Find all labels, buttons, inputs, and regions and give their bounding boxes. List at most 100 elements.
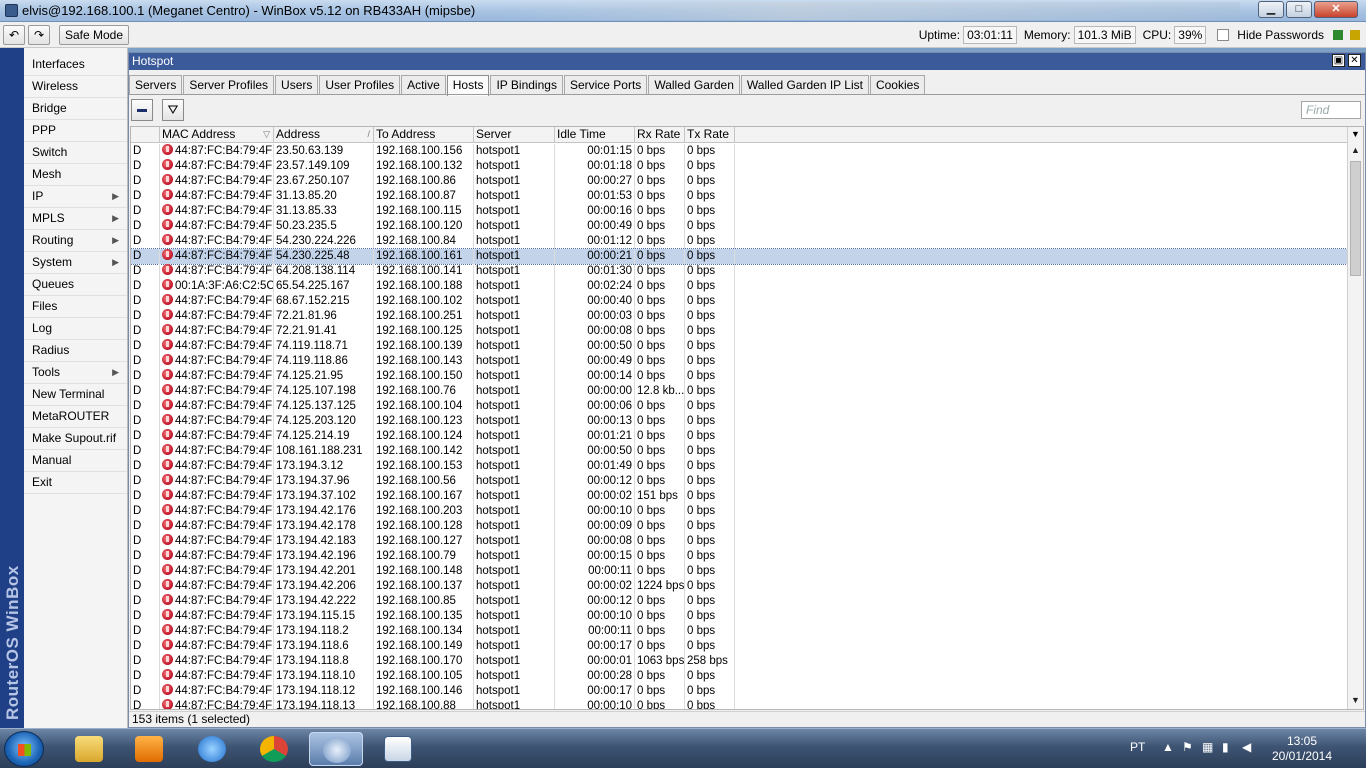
- taskbar-internet-explorer[interactable]: [185, 732, 239, 766]
- table-row[interactable]: D 44:87:FC:B4:79:4F 68.67.152.215 192.168.1…: [131, 294, 1347, 309]
- table-row[interactable]: D 00:1A:3F:A6:C2:5C 65.54.225.167 192.168.1…: [131, 279, 1347, 294]
- close-button[interactable]: ✕: [1314, 1, 1358, 18]
- table-row[interactable]: D 44:87:FC:B4:79:4F 173.194.118.10 192.168.…: [131, 669, 1347, 684]
- table-row[interactable]: D 44:87:FC:B4:79:4F 173.194.42.222 192.168.…: [131, 594, 1347, 609]
- table-row[interactable]: D 44:87:FC:B4:79:4F 74.125.214.19 192.168.1…: [131, 429, 1347, 444]
- show-hidden-icons-icon[interactable]: ▲: [1162, 740, 1174, 754]
- menu-item-routing[interactable]: Routing ▶: [24, 230, 127, 252]
- menu-item-tools[interactable]: Tools ▶: [24, 362, 127, 384]
- column-to-address[interactable]: To Address: [374, 127, 474, 143]
- tab-hosts[interactable]: Hosts: [446, 75, 490, 96]
- table-row[interactable]: D 44:87:FC:B4:79:4F 31.13.85.33 192.168.100…: [131, 204, 1347, 219]
- table-row[interactable]: D 44:87:FC:B4:79:4F 173.194.42.206 192.168.…: [131, 579, 1347, 594]
- table-row[interactable]: D 44:87:FC:B4:79:4F 64.208.138.114 192.168.…: [131, 264, 1347, 279]
- table-row[interactable]: D 44:87:FC:B4:79:4F 173.194.118.2 192.168.1…: [131, 624, 1347, 639]
- language-indicator[interactable]: PT: [1130, 740, 1145, 754]
- column-tx-rate[interactable]: Tx Rate: [685, 127, 735, 143]
- table-row[interactable]: D 44:87:FC:B4:79:4F 173.194.42.178 192.168.…: [131, 519, 1347, 534]
- scroll-up-icon[interactable]: ▲: [1348, 143, 1363, 159]
- scroll-down-icon[interactable]: ▼: [1348, 693, 1363, 709]
- menu-item-queues[interactable]: Queues: [24, 274, 127, 296]
- menu-item-make-supout[interactable]: Make Supout.rif: [24, 428, 127, 450]
- menu-item-files[interactable]: Files: [24, 296, 127, 318]
- menu-item-system[interactable]: System ▶: [24, 252, 127, 274]
- table-row[interactable]: D 44:87:FC:B4:79:4F 74.125.137.125 192.168.…: [131, 399, 1347, 414]
- undo-button[interactable]: ↶: [3, 25, 25, 45]
- signal-icon[interactable]: ▮: [1222, 740, 1229, 754]
- column-server[interactable]: Server: [474, 127, 555, 143]
- minimize-button[interactable]: ▁: [1258, 1, 1284, 18]
- table-row[interactable]: D 44:87:FC:B4:79:4F 74.125.203.120 192.168.…: [131, 414, 1347, 429]
- column-rx-rate[interactable]: Rx Rate: [635, 127, 685, 143]
- tab-active[interactable]: Active: [401, 75, 446, 95]
- table-row[interactable]: D 44:87:FC:B4:79:4F 173.194.37.96 192.168.1…: [131, 474, 1347, 489]
- menu-item-wireless[interactable]: Wireless: [24, 76, 127, 98]
- tab-cookies[interactable]: Cookies: [869, 75, 926, 95]
- column-mac-address[interactable]: MAC Address ▽: [160, 127, 274, 143]
- safe-mode-button[interactable]: Safe Mode: [59, 25, 129, 45]
- taskbar-winbox[interactable]: [309, 732, 363, 766]
- menu-item-ppp[interactable]: PPP: [24, 120, 127, 142]
- menu-item-mpls[interactable]: MPLS ▶: [24, 208, 127, 230]
- tab-servers[interactable]: Servers: [129, 75, 183, 95]
- table-row[interactable]: D 44:87:FC:B4:79:4F 23.67.250.107 192.168.1…: [131, 174, 1347, 189]
- menu-item-new-terminal[interactable]: New Terminal: [24, 384, 127, 406]
- menu-item-switch[interactable]: Switch: [24, 142, 127, 164]
- scrollbar-thumb[interactable]: [1350, 161, 1361, 276]
- menu-item-log[interactable]: Log: [24, 318, 127, 340]
- taskbar-media-player[interactable]: [122, 732, 176, 766]
- network-icon[interactable]: ▦: [1202, 740, 1213, 754]
- tab-user-profiles[interactable]: User Profiles: [319, 75, 401, 95]
- tab-service-ports[interactable]: Service Ports: [563, 75, 648, 95]
- menu-item-bridge[interactable]: Bridge: [24, 98, 127, 120]
- menu-item-metarouter[interactable]: MetaROUTER: [24, 406, 127, 428]
- taskbar-explorer[interactable]: [62, 732, 116, 766]
- table-row[interactable]: D 44:87:FC:B4:79:4F 173.194.42.201 192.168.…: [131, 564, 1347, 579]
- table-row[interactable]: D 44:87:FC:B4:79:4F 173.194.118.8 192.168.1…: [131, 654, 1347, 669]
- table-row[interactable]: D 44:87:FC:B4:79:4F 173.194.118.6 192.168.1…: [131, 639, 1347, 654]
- table-row[interactable]: D 44:87:FC:B4:79:4F 74.119.118.86 192.168.1…: [131, 354, 1347, 369]
- table-row[interactable]: D 44:87:FC:B4:79:4F 74.119.118.71 192.168.1…: [131, 339, 1347, 354]
- filter-icon[interactable]: ⛛: [162, 99, 184, 121]
- tab-walled-garden[interactable]: Walled Garden: [648, 75, 740, 95]
- table-row[interactable]: D 44:87:FC:B4:79:4F 173.194.118.12 192.168.…: [131, 684, 1347, 699]
- menu-item-mesh[interactable]: Mesh: [24, 164, 127, 186]
- close-icon[interactable]: ✕: [1348, 54, 1361, 67]
- table-row[interactable]: D 44:87:FC:B4:79:4F 173.194.42.183 192.168.…: [131, 534, 1347, 549]
- maximize-button[interactable]: □: [1286, 1, 1312, 18]
- column-address[interactable]: Address /: [274, 127, 374, 143]
- table-row[interactable]: D 44:87:FC:B4:79:4F 173.194.3.12 192.168.10…: [131, 459, 1347, 474]
- find-input[interactable]: Find: [1301, 101, 1361, 119]
- taskbar-other-app[interactable]: [371, 732, 425, 766]
- table-row[interactable]: D 44:87:FC:B4:79:4F 72.21.81.96 192.168.100…: [131, 309, 1347, 324]
- start-button[interactable]: [4, 731, 44, 767]
- action-center-flag-icon[interactable]: ⚑: [1182, 740, 1193, 754]
- table-row[interactable]: D 44:87:FC:B4:79:4F 108.161.188.231 192.168…: [131, 444, 1347, 459]
- table-row[interactable]: D 44:87:FC:B4:79:4F 50.23.235.5 192.168.100…: [131, 219, 1347, 234]
- menu-item-exit[interactable]: Exit: [24, 472, 127, 494]
- menu-item-ip[interactable]: IP ▶: [24, 186, 127, 208]
- clock[interactable]: 13:05 20/01/2014: [1262, 734, 1342, 764]
- taskbar-chrome[interactable]: [247, 732, 301, 766]
- remove-button[interactable]: [131, 99, 153, 121]
- tab-ip-bindings[interactable]: IP Bindings: [490, 75, 563, 95]
- column-menu-icon[interactable]: ▼: [1348, 127, 1363, 143]
- restore-icon[interactable]: ▣: [1332, 54, 1345, 67]
- table-row[interactable]: D 44:87:FC:B4:79:4F 23.57.149.109 192.168.1…: [131, 159, 1347, 174]
- table-row[interactable]: D 44:87:FC:B4:79:4F 173.194.115.15 192.168.…: [131, 609, 1347, 624]
- tab-users[interactable]: Users: [275, 75, 319, 95]
- table-row[interactable]: D 44:87:FC:B4:79:4F 74.125.107.198 192.168.…: [131, 384, 1347, 399]
- tab-walled-garden-ip-list[interactable]: Walled Garden IP List: [740, 75, 869, 95]
- table-row[interactable]: D 44:87:FC:B4:79:4F 74.125.21.95 192.168.10…: [131, 369, 1347, 384]
- table-row[interactable]: D 44:87:FC:B4:79:4F 173.194.118.13 192.168.…: [131, 699, 1347, 709]
- table-row[interactable]: D 44:87:FC:B4:79:4F 23.50.63.139 192.168.10…: [131, 144, 1347, 159]
- vertical-scrollbar[interactable]: ▼ ▲ ▼: [1347, 127, 1363, 709]
- menu-item-radius[interactable]: Radius: [24, 340, 127, 362]
- table-row[interactable]: D 44:87:FC:B4:79:4F 54.230.224.226 192.168.…: [131, 234, 1347, 249]
- menu-item-manual[interactable]: Manual: [24, 450, 127, 472]
- table-row[interactable]: D 44:87:FC:B4:79:4F 31.13.85.20 192.168.100…: [131, 189, 1347, 204]
- table-row[interactable]: D 44:87:FC:B4:79:4F 173.194.42.196 192.168.…: [131, 549, 1347, 564]
- volume-icon[interactable]: ◀: [1242, 740, 1251, 754]
- redo-button[interactable]: ↷: [28, 25, 50, 45]
- table-row-selected[interactable]: D 44:87:FC:B4:79:4F 54.230.225.48 192.168.1…: [131, 248, 1348, 265]
